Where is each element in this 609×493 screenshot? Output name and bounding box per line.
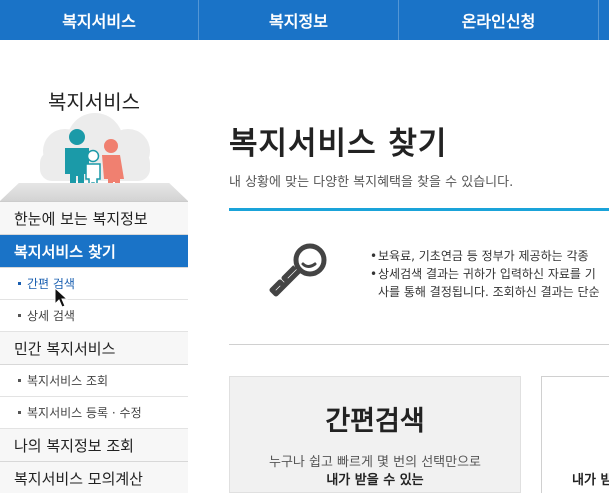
- info-bullet-list: • 보육료, 기초연금 등 정부가 제공하는 각종 • 상세검색 결과는 귀하가…: [370, 247, 609, 301]
- sidebar-subitem-service-search[interactable]: 복지서비스 조회: [0, 365, 188, 397]
- title-divider: [229, 208, 609, 211]
- card-highlight: 내가 받: [572, 473, 609, 488]
- sidebar-item-private-services[interactable]: 민간 복지서비스: [0, 332, 188, 365]
- sidebar-item-simulation[interactable]: 복지서비스 모의계산: [0, 462, 188, 493]
- sidebar-item-overview[interactable]: 한눈에 보는 복지정보: [0, 202, 188, 235]
- sidebar-subitem-label: 복지서비스 조회: [27, 374, 109, 388]
- sidebar-item-my-welfare-info[interactable]: 나의 복지정보 조회: [0, 429, 188, 462]
- sidebar-menu: 한눈에 보는 복지정보 복지서비스 찾기 간편 검색 상세 검색 민간 복지서비…: [0, 201, 188, 493]
- bullet-dot: •: [370, 267, 378, 281]
- sidebar-subitem-detail-search[interactable]: 상세 검색: [0, 300, 188, 332]
- card-title: 간편검색: [325, 406, 425, 437]
- card-description: 누구나 쉽고 빠르게 몇 번의 선택만으로: [268, 455, 482, 470]
- list-item: • 보육료, 기초연금 등 정부가 제공하는 각종: [370, 249, 589, 263]
- sidebar-subitem-label: 복지서비스 등록 · 수정: [27, 406, 142, 420]
- nav-welfare-services[interactable]: 복지서비스: [0, 0, 199, 40]
- search-key-icon: [269, 243, 327, 297]
- mouse-cursor-icon: [54, 287, 68, 308]
- list-item: • 상세검색 결과는 귀하가 입력하신 자료를 기: [370, 267, 596, 281]
- sidebar-title: 복지서비스: [48, 90, 140, 114]
- page-title: 복지서비스 찾기: [229, 126, 448, 162]
- bullet-dot: [18, 282, 21, 285]
- sidebar-subitem-label: 상세 검색: [27, 309, 75, 323]
- sidebar-subitem-simple-search[interactable]: 간편 검색: [0, 268, 188, 300]
- top-navigation: 복지서비스 복지정보 온라인신청: [0, 0, 609, 40]
- list-item-continuation: 사를 통해 결정됩니다. 조회하신 결과는 단순: [378, 285, 600, 299]
- detail-search-card[interactable]: 내가 받: [541, 376, 609, 493]
- bullet-dot: •: [370, 249, 378, 263]
- bullet-dot: [18, 314, 21, 317]
- sidebar-subitem-service-register[interactable]: 복지서비스 등록 · 수정: [0, 397, 188, 429]
- bullet-dot: [18, 379, 21, 382]
- sidebar-item-find-services[interactable]: 복지서비스 찾기: [0, 235, 188, 268]
- sidebar-shade: [0, 183, 188, 201]
- section-divider: [229, 344, 609, 345]
- nav-welfare-info[interactable]: 복지정보: [199, 0, 399, 40]
- bullet-dot: [18, 411, 21, 414]
- simple-search-card[interactable]: 간편검색 누구나 쉽고 빠르게 몇 번의 선택만으로 내가 받을 수 있는: [229, 376, 521, 493]
- page-subtitle: 내 상황에 맞는 다양한 복지혜택을 찾을 수 있습니다.: [229, 175, 514, 190]
- card-highlight: 내가 받을 수 있는: [326, 473, 424, 488]
- nav-online-application[interactable]: 온라인신청: [399, 0, 599, 40]
